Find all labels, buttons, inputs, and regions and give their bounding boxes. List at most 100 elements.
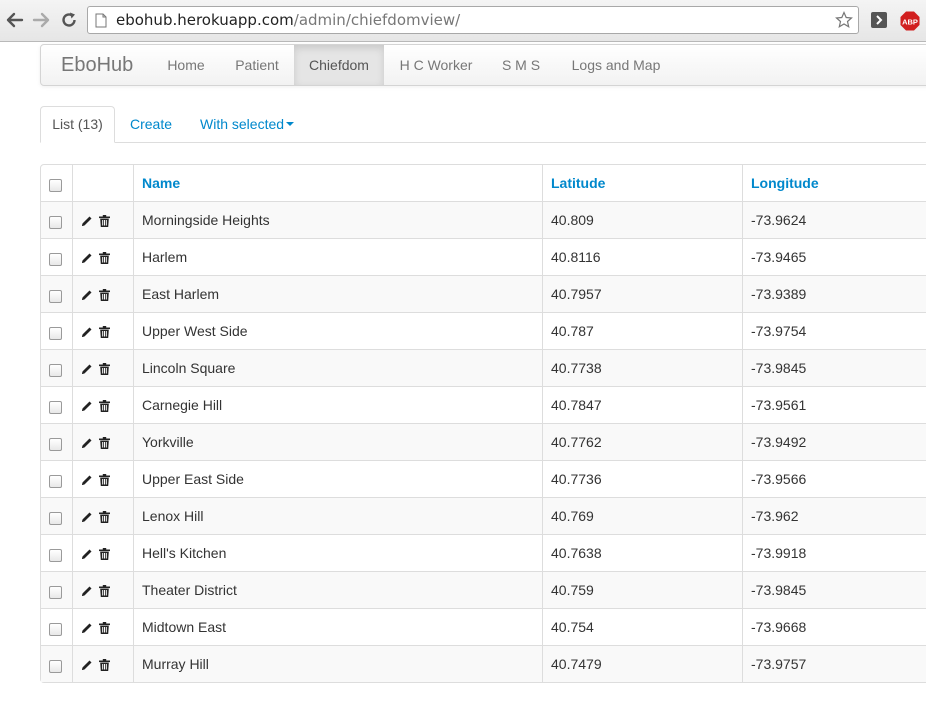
row-checkbox[interactable]	[49, 215, 62, 229]
row-checkbox[interactable]	[49, 622, 62, 636]
row-actions	[72, 238, 133, 275]
cell-longitude: -73.9754	[742, 312, 926, 349]
table-row[interactable]: Harlem 40.8116 -73.9465	[41, 238, 926, 275]
pencil-icon[interactable]	[81, 622, 93, 634]
trash-icon[interactable]	[99, 659, 110, 672]
cell-name: Midtown East	[133, 608, 542, 645]
table-row[interactable]: Morningside Heights 40.809 -73.9624	[41, 201, 926, 238]
trash-icon[interactable]	[99, 511, 110, 524]
trash-icon[interactable]	[99, 437, 110, 450]
row-select-cell	[41, 645, 72, 682]
tab-create[interactable]: Create	[130, 106, 172, 143]
pencil-icon[interactable]	[81, 585, 93, 597]
row-select-cell	[41, 386, 72, 423]
table-row[interactable]: Lincoln Square 40.7738 -73.9845	[41, 349, 926, 386]
row-select-cell	[41, 497, 72, 534]
trash-icon[interactable]	[99, 252, 110, 265]
pencil-icon[interactable]	[81, 363, 93, 375]
table-row[interactable]: Upper West Side 40.787 -73.9754	[41, 312, 926, 349]
page-icon	[95, 13, 107, 31]
url-path: /admin/chiefdomview/	[293, 11, 461, 29]
cell-latitude: 40.7738	[542, 349, 742, 386]
trash-icon[interactable]	[99, 289, 110, 302]
row-checkbox[interactable]	[49, 400, 62, 414]
extension-icon[interactable]	[870, 11, 888, 32]
back-arrow-icon[interactable]	[3, 8, 27, 32]
trash-icon[interactable]	[99, 548, 110, 561]
table-row[interactable]: Murray Hill 40.7479 -73.9757	[41, 645, 926, 682]
row-checkbox[interactable]	[49, 326, 62, 340]
sort-by-latitude-link[interactable]: Latitude	[551, 175, 605, 191]
trash-icon[interactable]	[99, 585, 110, 598]
trash-icon[interactable]	[99, 474, 110, 487]
pencil-icon[interactable]	[81, 659, 93, 671]
nav-item-logs-and-map[interactable]: Logs and Map	[561, 45, 671, 85]
list-tabs: List (13) Create With selected	[40, 106, 926, 143]
cell-latitude: 40.759	[542, 571, 742, 608]
brand-logo[interactable]: EboHub	[61, 54, 133, 76]
row-checkbox[interactable]	[49, 437, 62, 451]
trash-icon[interactable]	[99, 622, 110, 635]
cell-longitude: -73.9624	[742, 201, 926, 238]
adblock-icon[interactable]: ABP	[900, 11, 920, 34]
tab-list[interactable]: List (13)	[40, 106, 115, 143]
sort-by-longitude-link[interactable]: Longitude	[751, 175, 819, 191]
cell-latitude: 40.8116	[542, 238, 742, 275]
row-checkbox[interactable]	[49, 252, 62, 266]
tab-with-selected[interactable]: With selected	[200, 106, 295, 143]
row-checkbox[interactable]	[49, 363, 62, 377]
row-actions	[72, 534, 133, 571]
nav-item-chiefdom[interactable]: Chiefdom	[294, 45, 384, 85]
nav-item-patient[interactable]: Patient	[222, 45, 292, 85]
sort-by-name-link[interactable]: Name	[142, 175, 180, 191]
cell-longitude: -73.9566	[742, 460, 926, 497]
row-actions	[72, 386, 133, 423]
star-icon[interactable]	[835, 11, 853, 32]
table-row[interactable]: Carnegie Hill 40.7847 -73.9561	[41, 386, 926, 423]
row-checkbox[interactable]	[49, 659, 62, 673]
row-checkbox[interactable]	[49, 585, 62, 599]
trash-icon[interactable]	[99, 215, 110, 228]
cell-longitude: -73.9845	[742, 571, 926, 608]
row-select-cell	[41, 312, 72, 349]
pencil-icon[interactable]	[81, 400, 93, 412]
row-checkbox[interactable]	[49, 548, 62, 562]
pencil-icon[interactable]	[81, 289, 93, 301]
address-bar[interactable]: ebohub.herokuapp.com/admin/chiefdomview/	[87, 6, 859, 34]
pencil-icon[interactable]	[81, 215, 93, 227]
trash-icon[interactable]	[99, 400, 110, 413]
reload-icon[interactable]	[57, 8, 81, 32]
pencil-icon[interactable]	[81, 548, 93, 560]
pencil-icon[interactable]	[81, 511, 93, 523]
row-checkbox[interactable]	[49, 289, 62, 303]
chiefdom-table: Name Latitude Longitude Morningside Heig…	[40, 164, 926, 683]
forward-arrow-icon[interactable]	[29, 8, 53, 32]
trash-icon[interactable]	[99, 363, 110, 376]
pencil-icon[interactable]	[81, 437, 93, 449]
cell-longitude: -73.9757	[742, 645, 926, 682]
pencil-icon[interactable]	[81, 474, 93, 486]
table-row[interactable]: Yorkville 40.7762 -73.9492	[41, 423, 926, 460]
select-all-checkbox[interactable]	[49, 178, 62, 192]
table-row[interactable]: Hell's Kitchen 40.7638 -73.9918	[41, 534, 926, 571]
row-checkbox[interactable]	[49, 474, 62, 488]
table-row[interactable]: Theater District 40.759 -73.9845	[41, 571, 926, 608]
nav-item-sms[interactable]: S M S	[491, 45, 551, 85]
cell-name: Morningside Heights	[133, 201, 542, 238]
nav-item-hc-worker[interactable]: H C Worker	[386, 45, 486, 85]
row-select-cell	[41, 534, 72, 571]
cell-latitude: 40.7847	[542, 386, 742, 423]
cell-name: Lenox Hill	[133, 497, 542, 534]
table-row[interactable]: Upper East Side 40.7736 -73.9566	[41, 460, 926, 497]
table-row[interactable]: Lenox Hill 40.769 -73.962	[41, 497, 926, 534]
adblock-label: ABP	[902, 18, 918, 27]
pencil-icon[interactable]	[81, 252, 93, 264]
table-row[interactable]: Midtown East 40.754 -73.9668	[41, 608, 926, 645]
row-checkbox[interactable]	[49, 511, 62, 525]
nav-item-home[interactable]: Home	[153, 45, 219, 85]
cell-name: Murray Hill	[133, 645, 542, 682]
table-row[interactable]: East Harlem 40.7957 -73.9389	[41, 275, 926, 312]
cell-latitude: 40.809	[542, 201, 742, 238]
trash-icon[interactable]	[99, 326, 110, 339]
pencil-icon[interactable]	[81, 326, 93, 338]
